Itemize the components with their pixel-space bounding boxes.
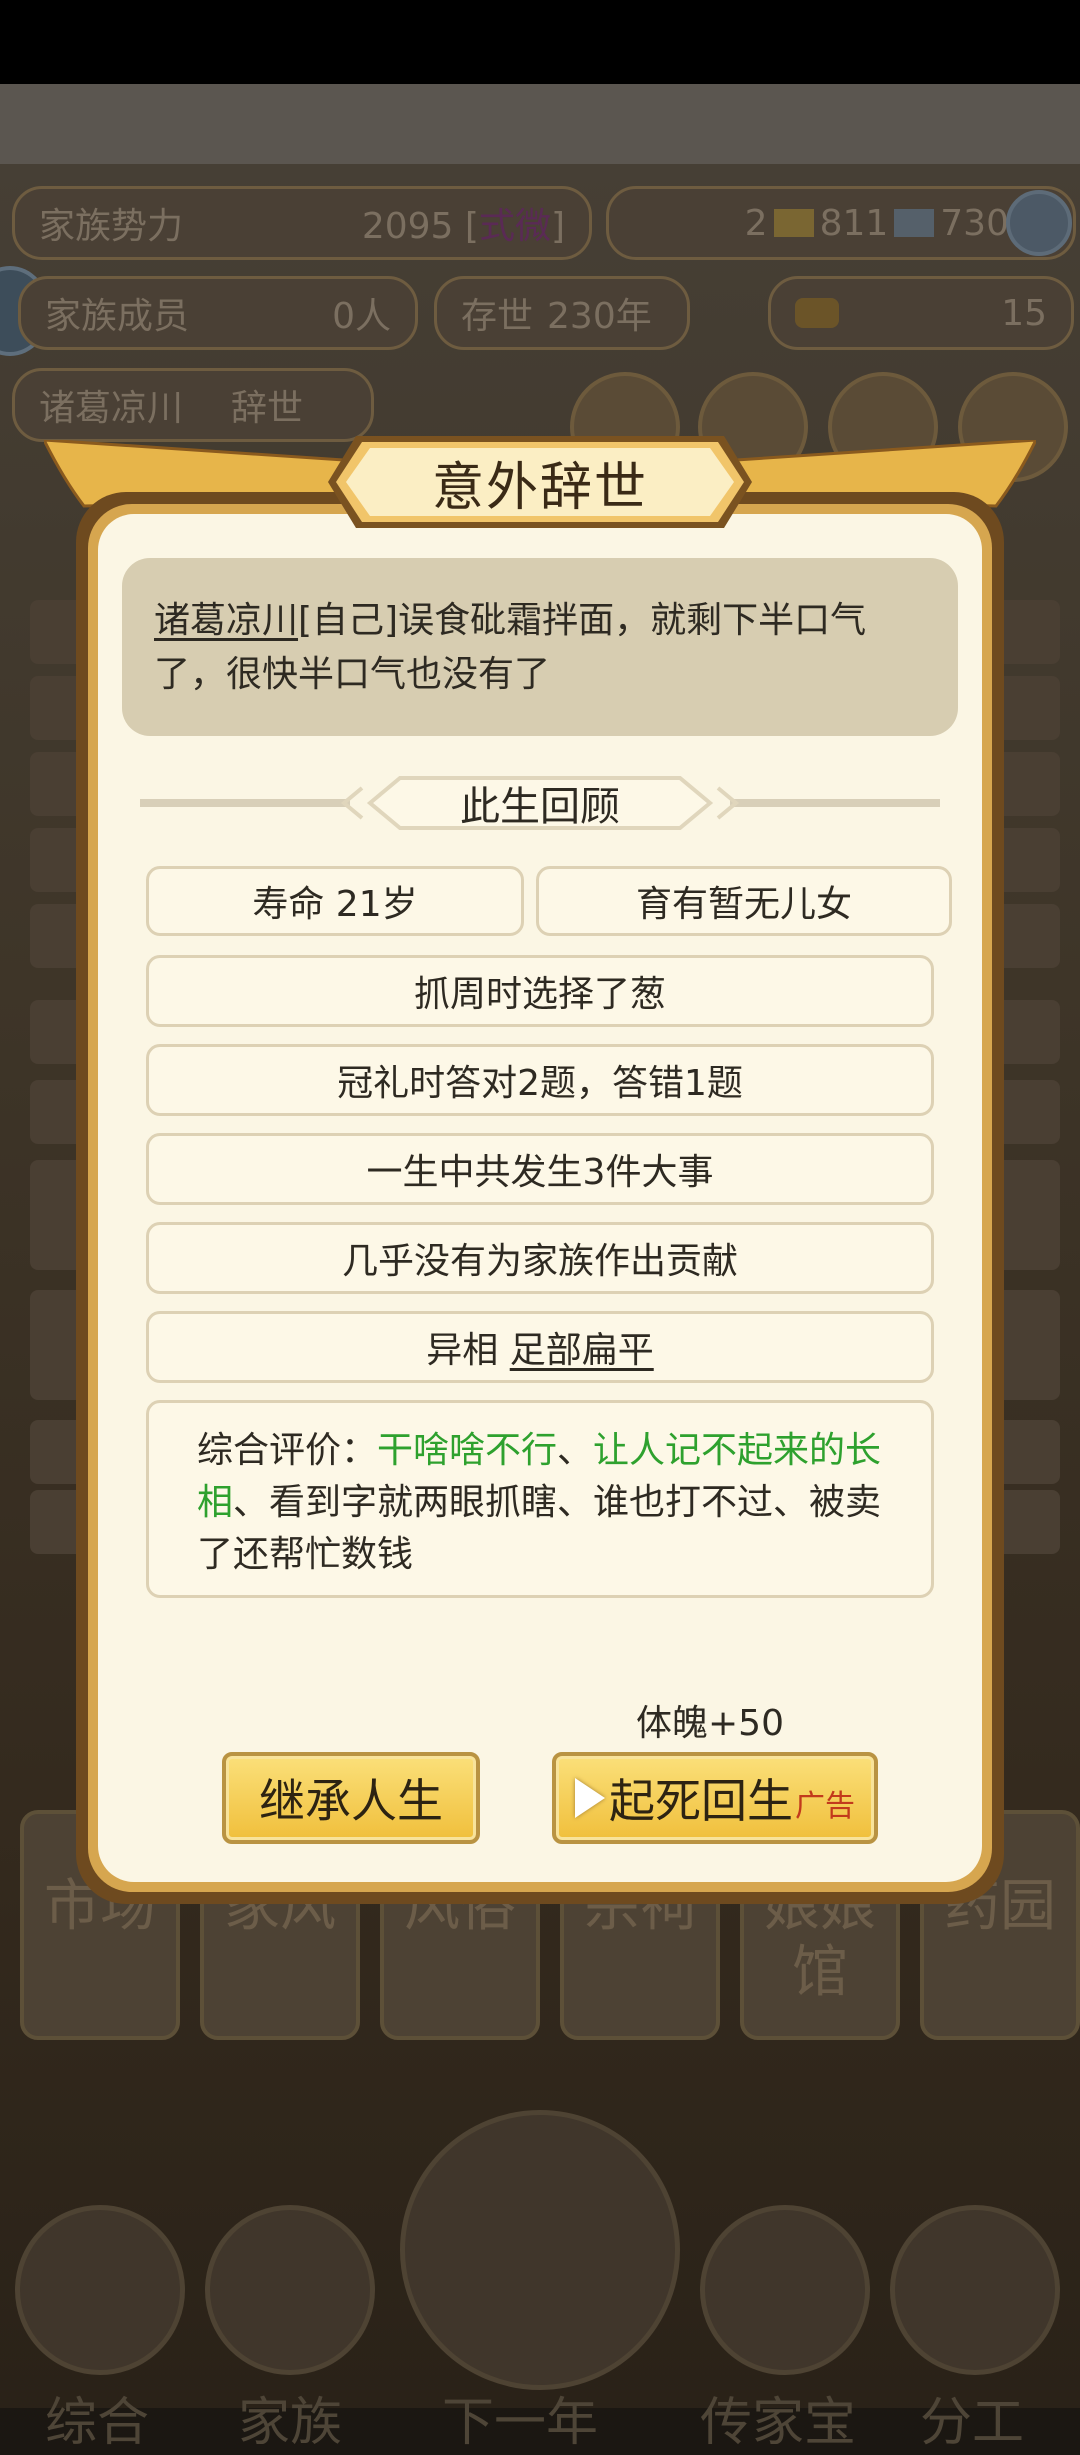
help-icon[interactable] [1006,190,1072,256]
members-value: 0人 [332,296,391,337]
trait-value[interactable]: 足部扁平 [510,1321,654,1373]
inherit-life-button[interactable]: 继承人生 [222,1752,480,1844]
review-title: 此生回顾 [460,784,620,830]
dialog-title: 意外辞世 [431,457,648,518]
evaluation-tag-1: 干啥啥不行 [377,1430,558,1471]
currency-gold-value: 2 [744,202,768,244]
nav-division-label[interactable]: 分工 [920,2380,1024,2455]
survived-label: 存世 [461,296,534,337]
currency-silver-value: 811 [819,202,889,244]
deceased-name[interactable]: 诸葛凉川 [154,600,298,641]
survived-bar: 存世 230年 [434,276,690,350]
nav-division-icon[interactable] [890,2205,1060,2375]
player-status: 辞世 [231,388,304,429]
death-message: 诸葛凉川[自己]误食砒霜拌面，就剩下半口气了，很快半口气也没有了 [122,558,958,736]
family-power-value: 2095 [ [361,206,479,247]
nav-family-icon[interactable] [205,2205,375,2375]
children-card: 育有暂无儿女 [536,866,952,936]
events-card: 一生中共发生3件大事 [146,1133,934,1205]
members-bar: 家族成员 0人 [18,276,418,350]
ingot-icon [795,298,839,328]
ingot-value: 15 [1001,292,1047,334]
revive-reward: 体魄+50 [636,1703,784,1744]
nav-next-year-label[interactable]: 下一年 [442,2380,598,2455]
nav-heirloom-icon[interactable] [700,2205,870,2375]
survived-value: 230年 [547,296,652,337]
ingot-bar: 15 [768,276,1074,350]
play-icon [575,1778,605,1818]
revive-label: 起死回生 [609,1774,793,1828]
inherit-life-label: 继承人生 [259,1774,443,1828]
evaluation-rest: 、看到字就两眼抓瞎、谁也打不过、被卖了还帮忙数钱 [197,1482,882,1575]
player-name: 诸葛凉川 [39,388,184,429]
nav-heirloom-label[interactable]: 传家宝 [700,2380,856,2455]
trait-card: 异相 足部扁平 [146,1311,934,1383]
nav-next-year-icon[interactable] [400,2110,680,2390]
nav-overview-icon[interactable] [15,2205,185,2375]
nav-overview-label[interactable]: 综合 [45,2380,149,2455]
lifespan-card: 寿命 21岁 [146,866,524,936]
family-power-bar: 家族势力 2095 [式微] [12,186,592,260]
members-label: 家族成员 [45,296,190,337]
gold-bar-icon [773,209,814,237]
zhuazhou-card: 抓周时选择了葱 [146,955,934,1027]
family-power-label: 家族势力 [39,206,184,247]
ad-tag: 广告 [795,1789,855,1824]
nav-family-label[interactable]: 家族 [238,2380,342,2455]
evaluation-label: 综合评价： [197,1430,378,1471]
currency-blue-value: 730 [940,202,1009,244]
family-power-close: ] [550,206,565,247]
silver-bar-icon [894,209,935,237]
capping-ceremony-card: 冠礼时答对2题，答错1题 [146,1044,934,1116]
evaluation-card: 综合评价：干啥啥不行、让人记不起来的长相、看到字就两眼抓瞎、谁也打不过、被卖了还… [146,1400,934,1598]
revive-ad-button[interactable]: 起死回生 广告 [552,1752,878,1844]
family-power-rank: 式微 [478,206,551,247]
contribution-card: 几乎没有为家族作出贡献 [146,1222,934,1294]
evaluation-sep: 、 [557,1430,594,1471]
player-bar: 诸葛凉川 辞世 [12,368,374,442]
trait-label: 异相 [426,1330,499,1371]
status-bar [0,0,1080,84]
